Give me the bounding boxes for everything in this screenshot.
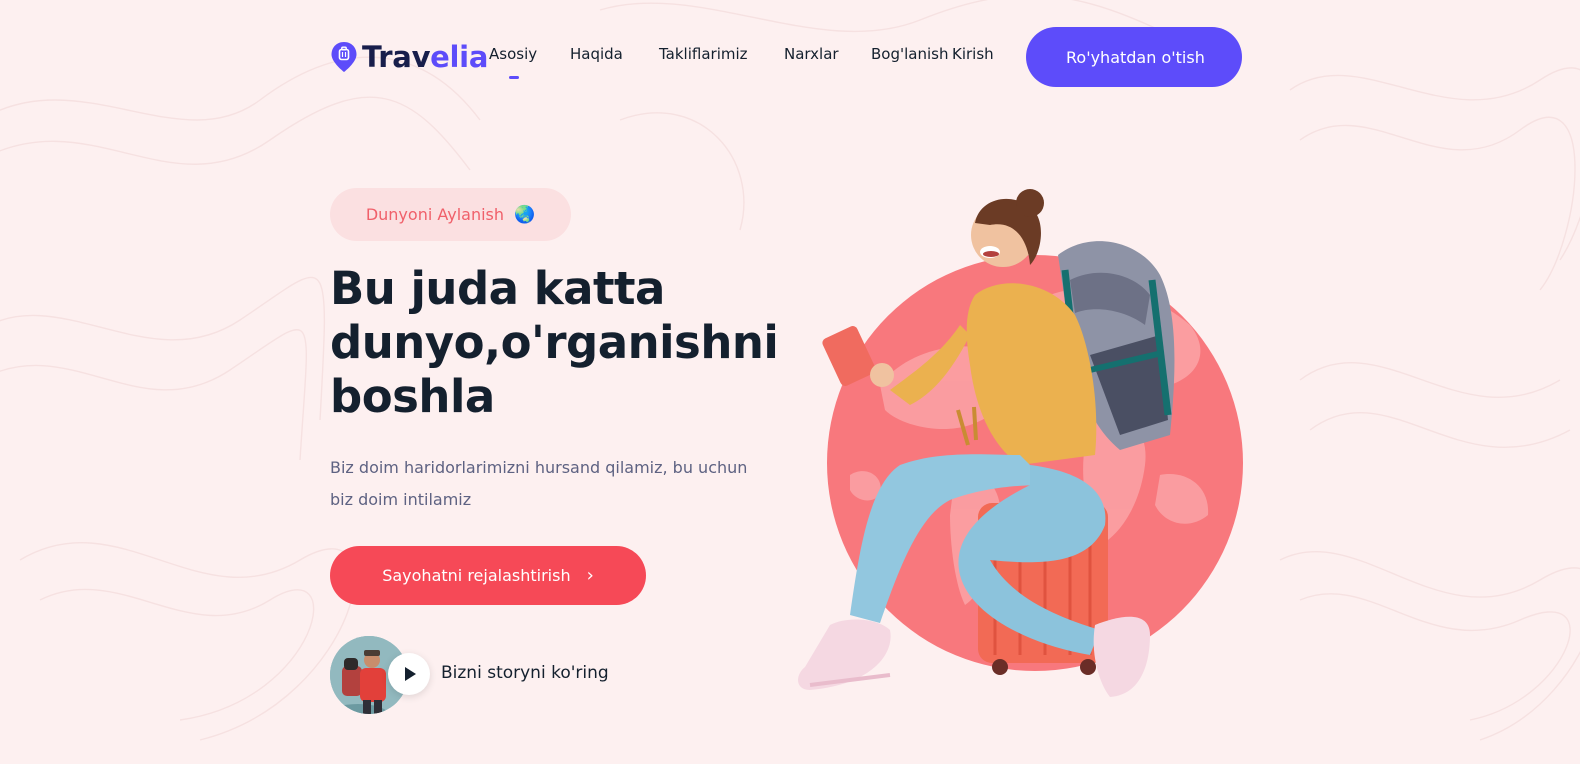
nav-item-narxlar[interactable]: Narxlar (784, 45, 839, 63)
brand-name: Travelia (362, 40, 489, 74)
nav-item-haqida[interactable]: Haqida (570, 45, 623, 63)
tagline-badge: Dunyoni Aylanish 🌏 (330, 188, 571, 241)
register-button[interactable]: Ro'yhatdan o'tish (1026, 27, 1242, 87)
play-icon (405, 667, 416, 681)
traveler-head (971, 189, 1044, 267)
hero-description: Biz doim haridorlarimizni hursand qilami… (330, 458, 748, 509)
hero-title: Bu juda katta dunyo,o'rganishni boshla (330, 262, 779, 423)
nav-item-asosiy[interactable]: Asosiy (489, 45, 537, 63)
traveler-illustration (798, 189, 1243, 697)
story-link[interactable]: Bizni storyni ko'ring (441, 663, 609, 683)
nav-active-indicator (509, 76, 519, 79)
luggage-pin-icon (331, 42, 357, 72)
globe-icon: 🌏 (514, 204, 536, 225)
nav-item-takliflarimiz[interactable]: Takliflarimiz (659, 45, 748, 63)
chevron-right-icon: › (586, 565, 594, 586)
tagline-text: Dunyoni Aylanish (365, 205, 504, 224)
nav-item-boglanish[interactable]: Bog'lanish (871, 45, 948, 63)
plan-trip-label: Sayohatni rejalashtirish (382, 566, 571, 585)
plan-trip-button[interactable]: Sayohatni rejalashtirish › (330, 546, 646, 605)
brand-logo[interactable]: Travelia (330, 40, 488, 74)
nav-item-kirish[interactable]: Kirish (952, 45, 994, 63)
play-button[interactable] (388, 653, 430, 695)
